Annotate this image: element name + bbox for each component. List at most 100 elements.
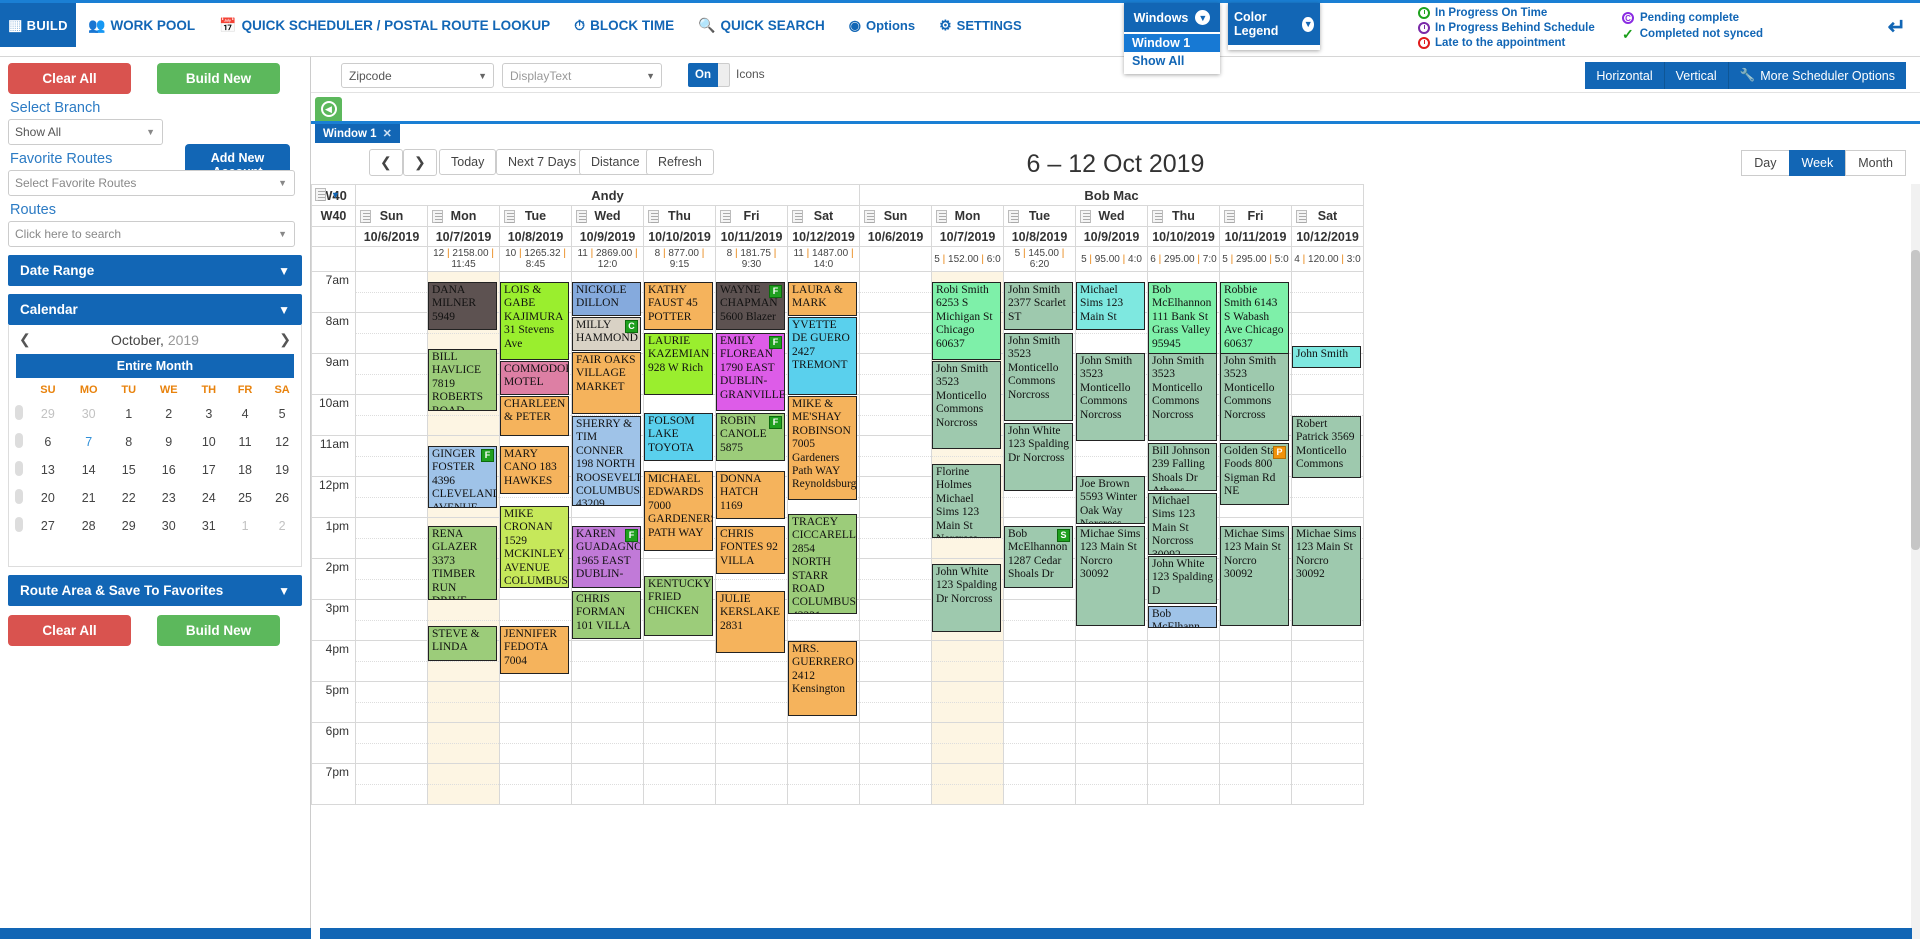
time-slot[interactable] [1003,722,1076,764]
note-icon[interactable] [504,210,515,223]
mini-cal-day[interactable]: 26 [263,484,301,512]
time-slot[interactable] [427,681,500,723]
week-view-button[interactable]: Week [1788,150,1846,176]
resource-header-andy[interactable]: ▼ Andy [315,184,860,206]
mini-cal-day[interactable]: 17 [191,456,227,484]
time-slot[interactable] [715,681,788,723]
time-slot[interactable] [643,640,716,682]
appointment-block[interactable]: CHRIS FONTES 92 VILLA [716,526,785,574]
mini-cal-day[interactable]: 24 [191,484,227,512]
next-month-button[interactable]: ❯ [279,331,291,348]
time-slot[interactable] [355,353,428,395]
time-slot[interactable] [499,763,572,805]
time-slot[interactable] [859,681,932,723]
resource-header-bob[interactable]: ▼ Bob Mac [315,184,1364,206]
time-slot[interactable] [1147,681,1220,723]
appointment-block[interactable]: NICKOLE DILLON [572,282,641,316]
appointment-block[interactable]: John Smith 2377 Scarlet ST [1004,282,1073,330]
mini-cal-day[interactable]: 3 [191,400,227,428]
time-slot[interactable] [859,312,932,354]
time-slot[interactable] [571,681,644,723]
appointment-block[interactable]: John Smith 3523 Monticello Commons Norcr… [1220,353,1289,441]
appointment-block[interactable]: John Smith 3523 Monticello Commons Norcr… [1148,353,1217,441]
appointment-block[interactable]: BILL HAVLICE 7819 ROBERTS ROAD [428,349,497,411]
note-icon[interactable] [1296,210,1307,223]
mini-cal-day[interactable]: 8 [111,428,147,456]
time-slot[interactable] [859,517,932,559]
day-header[interactable]: Wed [1075,205,1148,227]
time-slot[interactable] [355,312,428,354]
time-slot[interactable] [355,435,428,477]
mini-cal-day[interactable]: 1 [227,512,263,540]
time-slot[interactable] [499,681,572,723]
appointment-block[interactable]: John White 123 Spalding D [1148,556,1217,604]
date-header[interactable]: 10/11/2019 [715,226,788,247]
mini-cal-day[interactable]: 28 [67,512,111,540]
time-slot[interactable] [859,558,932,600]
appointment-block[interactable]: MICHAEL EDWARDS 7000 GARDENERS PATH WAY [644,471,713,551]
appointment-block[interactable]: Bill Johnson 239 Falling Shoals Dr Athen… [1148,443,1217,491]
time-slot[interactable] [1003,640,1076,682]
mini-cal-day[interactable]: 29 [29,400,67,428]
day-header[interactable]: Fri [1219,205,1292,227]
displaytext-dropdown[interactable]: DisplayText ▼ [502,63,662,88]
today-button[interactable]: Today [439,149,497,175]
date-header[interactable]: 10/8/2019 [1003,226,1076,247]
icons-toggle[interactable]: On [688,63,730,87]
windows-menu-item-window-1[interactable]: Window 1 [1124,34,1220,52]
date-header[interactable]: 10/8/2019 [499,226,572,247]
date-header[interactable]: 10/10/2019 [643,226,716,247]
next-period-button[interactable]: ❯ [403,149,437,176]
time-slot[interactable] [1075,640,1148,682]
appointment-block[interactable]: YVETTE DE GUERO 2427 TREMONT [788,317,857,395]
mini-cal-day[interactable]: 25 [227,484,263,512]
appointment-block[interactable]: John White 123 Spalding Dr Norcross [932,564,1001,632]
date-header[interactable]: 10/7/2019 [931,226,1004,247]
nav-work-pool[interactable]: 👥 WORK POOL [88,18,195,33]
appointment-block[interactable]: FOLSOM LAKE TOYOTA [644,413,713,461]
time-slot[interactable] [1003,599,1076,641]
mini-cal-day[interactable]: 10 [191,428,227,456]
time-slot[interactable] [355,394,428,436]
mini-cal-day[interactable]: 19 [263,456,301,484]
mini-cal-day[interactable]: 27 [29,512,67,540]
appointment-block[interactable]: F GINGER FOSTER 4396 CLEVELAND AVENUE [428,446,497,508]
appointment-block[interactable]: JULIE KERSLAKE 2831 [716,591,785,653]
note-icon[interactable] [432,210,443,223]
appointment-block[interactable]: P Golden State Foods 800 Sigman Rd NE [1220,443,1289,505]
time-slot[interactable] [643,681,716,723]
time-slot[interactable] [355,681,428,723]
appointment-block[interactable]: DONNA HATCH 1169 [716,471,785,519]
appointment-block[interactable]: KENTUCKY FRIED CHICKEN [644,576,713,636]
time-slot[interactable] [1219,722,1292,764]
time-slot[interactable] [1291,681,1364,723]
appointment-block[interactable]: MIKE & ME'SHAY ROBINSON 7005 Gardeners P… [788,396,857,500]
appointment-block[interactable]: MARY CANO 183 HAWKES [500,446,569,494]
appointment-block[interactable]: Michael Sims 123 Main St [1076,282,1145,330]
time-slot[interactable] [571,640,644,682]
time-slot[interactable] [1219,640,1292,682]
appointment-block[interactable]: John Smith [1292,346,1361,368]
day-header[interactable]: Mon [931,205,1004,227]
date-header[interactable]: 10/12/2019 [1291,226,1364,247]
time-slot[interactable] [1219,681,1292,723]
day-header[interactable]: Sun [355,205,428,227]
mini-cal-day[interactable]: 30 [147,512,191,540]
mini-cal-day[interactable]: 22 [111,484,147,512]
calendar-panel-header[interactable]: Calendar ▼ [8,294,302,325]
time-slot[interactable] [859,722,932,764]
time-slot[interactable] [1075,435,1148,477]
time-slot[interactable] [859,435,932,477]
appointment-block[interactable]: CHRIS FORMAN 101 VILLA [572,591,641,639]
appointment-block[interactable]: DANA MILNER 5949 [428,282,497,330]
note-icon[interactable] [1080,210,1091,223]
prev-period-button[interactable]: ❮ [369,149,403,176]
favorite-routes-dropdown[interactable]: Select Favorite Routes ▼ [8,170,295,196]
time-slot[interactable] [643,763,716,805]
time-slot[interactable] [571,763,644,805]
appointment-block[interactable]: STEVE & LINDA [428,626,497,661]
time-slot[interactable] [355,558,428,600]
select-branch-dropdown[interactable]: Show All ▼ [8,119,163,145]
date-range-panel-header[interactable]: Date Range ▼ [8,255,302,286]
time-slot[interactable] [787,763,860,805]
